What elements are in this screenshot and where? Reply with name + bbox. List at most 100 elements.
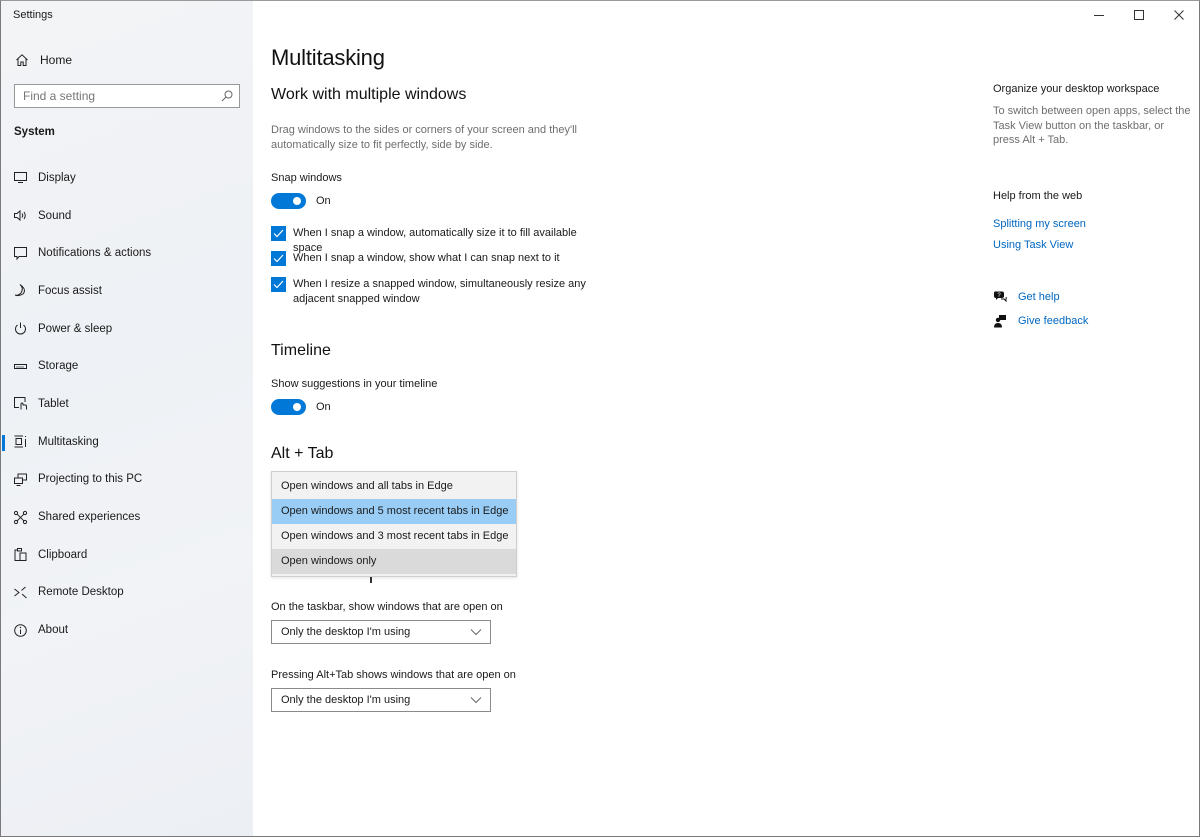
clipboard-icon (14, 548, 27, 562)
minimize-button[interactable] (1079, 1, 1119, 29)
sidebar-item-clipboard[interactable]: Clipboard (1, 536, 253, 574)
sidebar-item-label: Tablet (38, 397, 69, 410)
link-using-task-view[interactable]: Using Task View (993, 239, 1073, 251)
give-feedback-icon (994, 315, 1006, 328)
home-icon (16, 54, 28, 66)
alttab-desktops-select[interactable]: Only the desktop I'm using (271, 688, 491, 712)
storage-icon (14, 363, 27, 369)
dropdown-option-windows-only[interactable]: Open windows only (272, 549, 516, 574)
sidebar-item-label: Focus assist (38, 284, 102, 297)
search-icon[interactable] (221, 90, 233, 102)
checkbox-label: When I snap a window, show what I can sn… (293, 252, 560, 264)
sidebar-item-label: Notifications & actions (38, 247, 152, 260)
taskbar-desktops-select[interactable]: Only the desktop I'm using (271, 620, 491, 644)
toggle-state: On (316, 401, 331, 413)
sound-icon (14, 209, 26, 222)
section-title-system: System (14, 126, 55, 138)
timeline-heading: Timeline (271, 342, 331, 359)
app-title: Settings (13, 9, 53, 21)
select-value: Only the desktop I'm using (281, 626, 411, 638)
sidebar-item-notifications[interactable]: Notifications & actions (1, 234, 253, 272)
dropdown-option-all-tabs[interactable]: Open windows and all tabs in Edge (272, 474, 516, 499)
notifications-icon (14, 246, 27, 261)
sidebar-item-label: Clipboard (38, 548, 88, 561)
sidebar-item-label: About (38, 624, 69, 637)
close-button[interactable] (1159, 1, 1199, 29)
checkmark-icon (273, 254, 284, 263)
toggle-state: On (316, 195, 331, 207)
checkmark-icon (273, 229, 284, 238)
sidebar-item-shared-experiences[interactable]: Shared experiences (1, 498, 253, 536)
sidebar-item-label: Multitasking (38, 435, 99, 448)
shared-experiences-icon (13, 510, 28, 524)
window-controls (1079, 1, 1199, 29)
select-value: Only the desktop I'm using (281, 694, 411, 706)
alttab-desktops-label: Pressing Alt+Tab shows windows that are … (271, 669, 516, 681)
snap-option-resize-adjacent[interactable]: When I resize a snapped window, simultan… (271, 277, 593, 306)
checkbox-label: When I resize a snapped window, simultan… (293, 278, 586, 305)
settings-window: Settings Home System Display Sound (0, 0, 1200, 837)
sidebar-item-label: Remote Desktop (38, 586, 124, 599)
snap-description: Drag windows to the sides or corners of … (271, 124, 577, 151)
snap-heading: Work with multiple windows (271, 86, 467, 103)
checkbox[interactable] (271, 277, 286, 292)
sidebar-item-tablet[interactable]: Tablet (1, 385, 253, 423)
checkbox[interactable] (271, 251, 286, 266)
chevron-down-icon (470, 629, 482, 636)
timeline-suggestions-toggle[interactable]: On (271, 399, 331, 415)
get-help-link[interactable]: ? Get help (993, 290, 1060, 304)
sidebar-home[interactable]: Home (15, 51, 72, 69)
sidebar-item-multitasking[interactable]: Multitasking (1, 423, 253, 461)
give-feedback-link[interactable]: Give feedback (993, 314, 1088, 328)
sidebar-item-power-sleep[interactable]: Power & sleep (1, 310, 253, 348)
active-indicator (2, 434, 5, 451)
get-help-label: Get help (1018, 291, 1060, 303)
toggle-track (271, 193, 306, 209)
sidebar-item-projecting[interactable]: Projecting to this PC (1, 461, 253, 499)
multitasking-icon (14, 435, 26, 448)
checkbox[interactable] (271, 226, 286, 241)
tablet-icon (14, 397, 27, 410)
snap-toggle-label: Snap windows (271, 172, 342, 184)
sidebar-item-label: Shared experiences (38, 511, 141, 524)
sidebar-item-remote-desktop[interactable]: Remote Desktop (1, 574, 253, 612)
sidebar-item-focus-assist[interactable]: Focus assist (1, 272, 253, 310)
sidebar-item-storage[interactable]: Storage (1, 347, 253, 385)
home-label: Home (40, 53, 73, 67)
power-icon (15, 322, 26, 335)
give-feedback-label: Give feedback (1018, 315, 1089, 327)
alt-tab-heading: Alt + Tab (271, 445, 334, 462)
snap-option-show-next[interactable]: When I snap a window, show what I can sn… (271, 251, 593, 266)
projecting-icon (14, 473, 27, 486)
moon-icon (14, 284, 25, 297)
taskbar-desktops-label: On the taskbar, show windows that are op… (271, 601, 503, 613)
snap-windows-toggle[interactable]: On (271, 193, 331, 209)
sidebar-item-about[interactable]: About (1, 611, 253, 649)
get-help-icon: ? (994, 291, 1007, 303)
dropdown-option-3-tabs[interactable]: Open windows and 3 most recent tabs in E… (272, 524, 516, 549)
toggle-track (271, 399, 306, 415)
maximize-button[interactable] (1119, 1, 1159, 29)
toggle-knob (293, 197, 301, 205)
sidebar: Settings Home System Display Sound (1, 1, 253, 836)
timeline-toggle-label: Show suggestions in your timeline (271, 378, 438, 390)
search-input[interactable] (15, 85, 215, 107)
sidebar-nav: Display Sound Notifications & actions Fo… (1, 159, 253, 649)
sidebar-item-label: Sound (38, 209, 72, 222)
info-icon (14, 623, 27, 637)
chevron-down-icon (470, 697, 482, 704)
help-heading: Help from the web (993, 190, 1083, 202)
dropdown-option-5-tabs[interactable]: Open windows and 5 most recent tabs in E… (272, 499, 516, 524)
page-title: Multitasking (271, 45, 385, 70)
close-icon (1174, 10, 1184, 20)
sidebar-item-display[interactable]: Display (1, 159, 253, 197)
search-box[interactable] (14, 84, 240, 108)
minimize-icon (1094, 15, 1104, 16)
display-icon (14, 172, 27, 184)
alt-tab-dropdown-list: Open windows and all tabs in Edge Open w… (271, 471, 517, 577)
sidebar-item-label: Storage (38, 360, 79, 373)
sidebar-item-sound[interactable]: Sound (1, 197, 253, 235)
toggle-knob (293, 403, 301, 411)
sidebar-item-label: Power & sleep (38, 322, 113, 335)
link-splitting-my-screen[interactable]: Splitting my screen (993, 218, 1086, 230)
